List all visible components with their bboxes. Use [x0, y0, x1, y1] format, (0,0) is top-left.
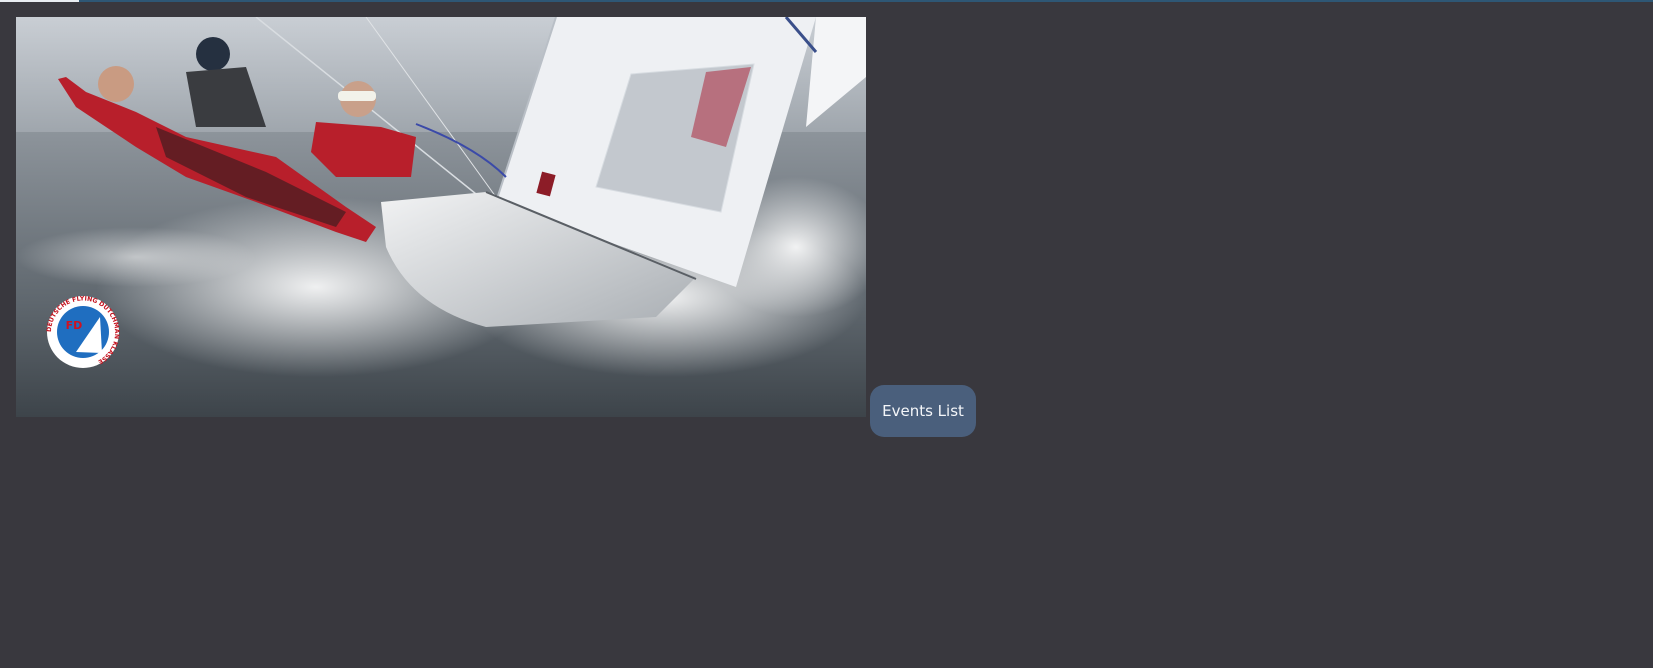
top-progress-indicator — [0, 0, 80, 2]
logo-monogram: FD — [66, 319, 83, 332]
sailing-photo: FD DEUTSCHE FLYING DUTCHMAN KLASSE — [16, 17, 866, 417]
hero-image: FD DEUTSCHE FLYING DUTCHMAN KLASSE — [16, 17, 866, 417]
events-list-button[interactable]: Events List — [870, 385, 976, 437]
top-progress-line — [0, 0, 1653, 2]
